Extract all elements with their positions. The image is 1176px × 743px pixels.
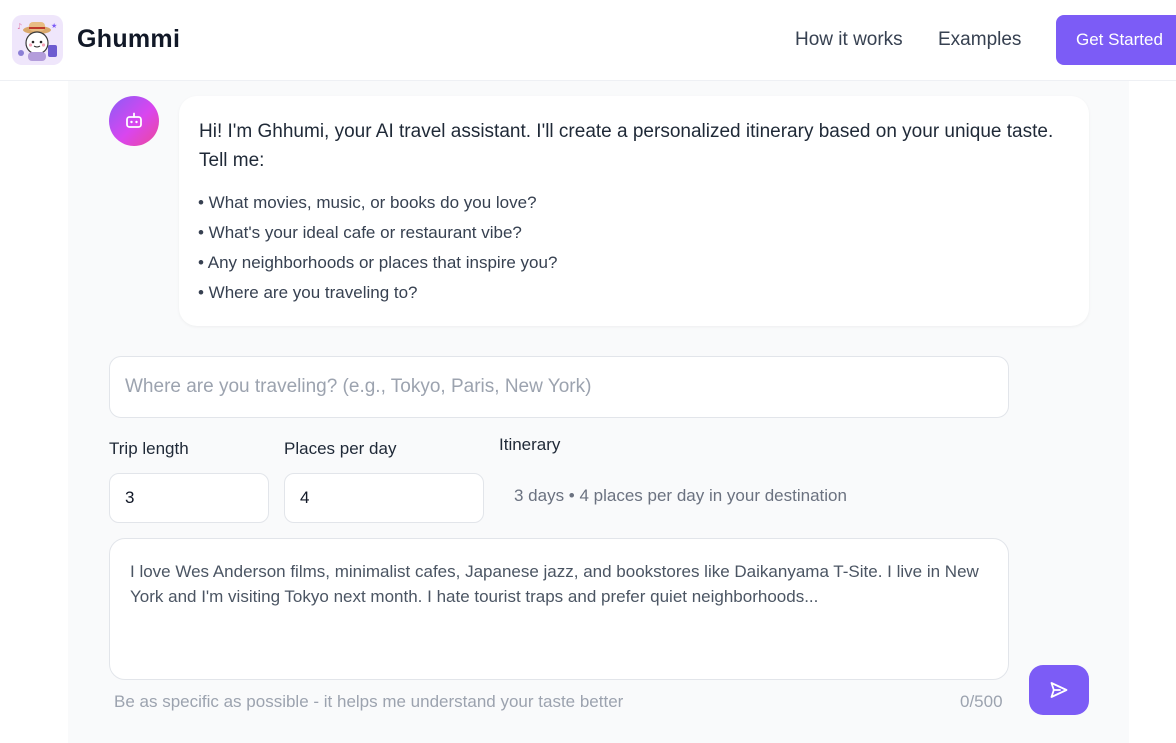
- brand-name[interactable]: Ghummi: [77, 25, 180, 54]
- trip-length-field[interactable]: [109, 473, 269, 523]
- itinerary-label: Itinerary: [499, 435, 561, 454]
- prompt-bullet-destination: • Where are you traveling to?: [198, 283, 418, 302]
- destination-input[interactable]: [109, 356, 1009, 418]
- svg-text:♪: ♪: [17, 22, 22, 31]
- assistant-greeting: Hi! I'm Ghhumi, your AI travel assistant…: [199, 121, 1054, 171]
- send-button[interactable]: [1029, 665, 1089, 715]
- character-counter: 0/500: [960, 692, 1003, 711]
- get-started-button[interactable]: Get Started: [1056, 15, 1176, 65]
- svg-text:★: ★: [51, 22, 57, 30]
- itinerary-summary: 3 days • 4 places per day in your destin…: [514, 486, 847, 505]
- nav-how-it-works[interactable]: How it works: [795, 29, 903, 51]
- prompt-bullet-cafe: • What's your ideal cafe or restaurant v…: [198, 223, 522, 242]
- mascot-logo-icon[interactable]: ♪ ★: [12, 15, 63, 65]
- trip-length-label: Trip length: [109, 439, 189, 458]
- nav-examples[interactable]: Examples: [938, 29, 1021, 51]
- preferences-textarea[interactable]: I love Wes Anderson films, minimalist ca…: [109, 538, 1009, 680]
- send-icon: [1050, 682, 1068, 698]
- top-navbar: ♪ ★ Ghummi How it works Examples Get Sta…: [0, 0, 1176, 81]
- prompt-bullet-media: • What movies, music, or books do you lo…: [198, 193, 537, 212]
- robot-icon: [109, 96, 159, 146]
- input-hint: Be as specific as possible - it helps me…: [114, 692, 624, 711]
- places-per-day-field[interactable]: [284, 473, 484, 523]
- prompt-bullet-neighborhoods: • Any neighborhoods or places that inspi…: [198, 253, 558, 272]
- places-per-day-label: Places per day: [284, 439, 397, 458]
